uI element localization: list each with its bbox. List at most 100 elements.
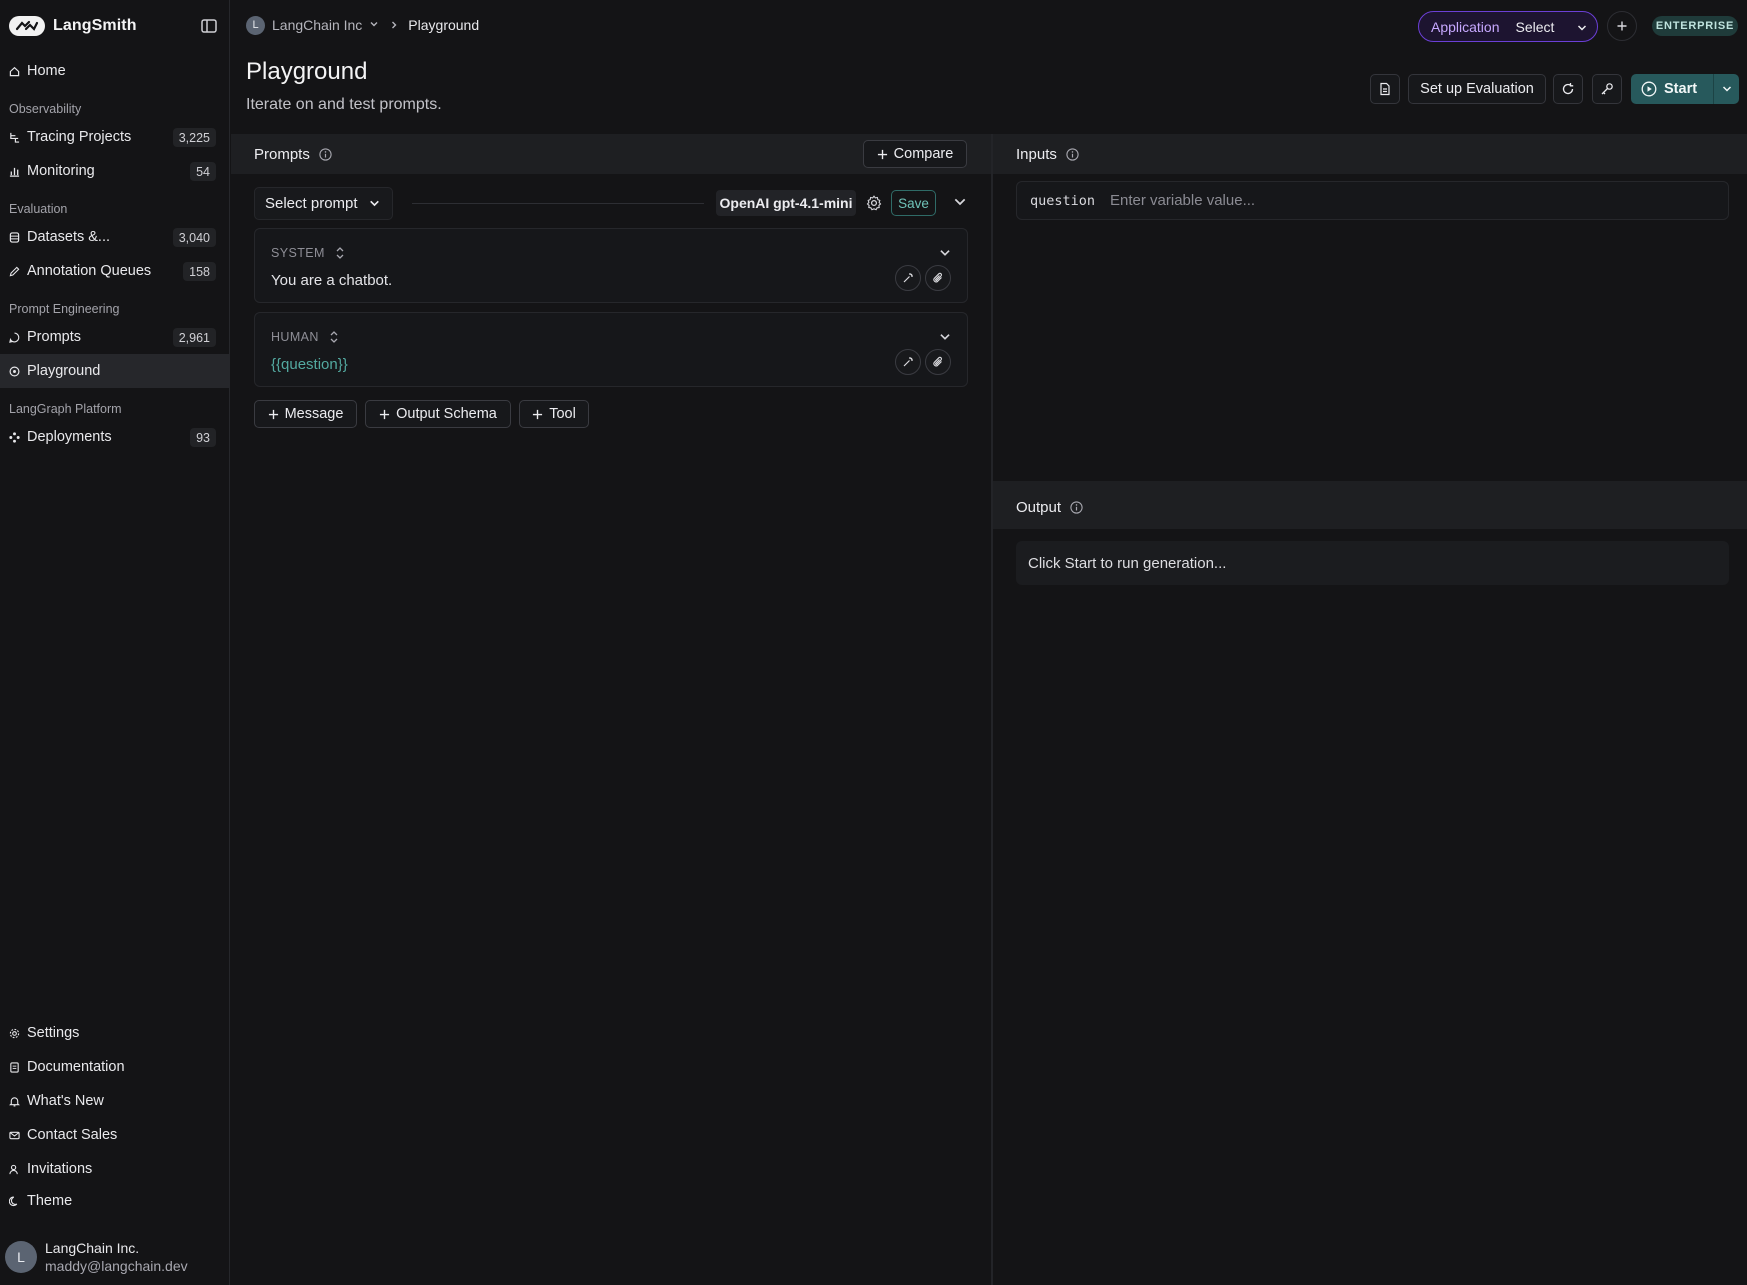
add-message-button[interactable]: Message: [254, 400, 357, 428]
sidebar-item-tracing-projects[interactable]: Tracing Projects 3,225: [0, 120, 229, 154]
magic-wand-icon[interactable]: [895, 265, 921, 291]
model-settings-gear-icon[interactable]: [865, 194, 883, 212]
document-icon[interactable]: [1370, 74, 1400, 104]
sidebar-item-documentation[interactable]: Documentation: [0, 1050, 229, 1084]
brand[interactable]: LangSmith: [9, 14, 137, 38]
user-account[interactable]: L LangChain Inc. maddy@langchain.dev: [5, 1237, 225, 1277]
sidebar-item-playground[interactable]: Playground: [0, 354, 229, 388]
tracing-icon: [9, 132, 20, 143]
home-icon: [9, 66, 20, 77]
sort-icon: [336, 247, 344, 259]
sidebar-item-settings[interactable]: Settings: [0, 1016, 229, 1050]
sidebar-item-invitations[interactable]: Invitations: [0, 1152, 229, 1186]
add-tool-button[interactable]: Tool: [519, 400, 589, 428]
moon-icon: [9, 1196, 20, 1207]
sidebar-item-datasets[interactable]: Datasets &... 3,040: [0, 220, 229, 254]
chevron-down-icon[interactable]: [938, 246, 952, 264]
sidebar-item-label: Documentation: [27, 1059, 125, 1075]
prompts-header: Prompts Compare: [231, 134, 991, 174]
brand-name: LangSmith: [53, 17, 137, 34]
chevron-down-icon[interactable]: [368, 17, 380, 33]
sidebar-item-label: Settings: [27, 1025, 80, 1041]
breadcrumb-org[interactable]: LangChain Inc: [272, 17, 362, 33]
info-icon[interactable]: [1070, 500, 1083, 514]
chevron-down-icon[interactable]: [952, 194, 968, 210]
add-output-schema-button[interactable]: Output Schema: [365, 400, 511, 428]
sidebar-item-monitoring[interactable]: Monitoring 54: [0, 154, 229, 188]
langchain-logo-icon: [9, 16, 45, 36]
variable-value-input[interactable]: [1110, 192, 1700, 209]
org-avatar: L: [246, 15, 265, 35]
sidebar-item-home[interactable]: Home: [0, 54, 229, 88]
sidebar-item-label: Theme: [27, 1193, 73, 1209]
message-role-select[interactable]: SYSTEM: [271, 245, 345, 261]
user-org-name: LangChain Inc.: [45, 1240, 140, 1256]
model-selector[interactable]: OpenAI gpt-4.1-mini: [716, 190, 856, 216]
input-variable-row: question: [1016, 181, 1729, 220]
sidebar-item-theme[interactable]: Theme: [0, 1184, 229, 1218]
start-main[interactable]: Start: [1631, 74, 1713, 104]
page-title: Playground: [246, 58, 368, 85]
monitoring-icon: [9, 166, 20, 177]
count-badge: 3,225: [172, 128, 216, 147]
refresh-icon[interactable]: [1553, 74, 1583, 104]
sidebar-item-label: Playground: [27, 363, 101, 379]
prompts-title: Prompts: [254, 145, 310, 163]
avatar: L: [5, 1241, 37, 1273]
add-tool-label: Tool: [549, 406, 576, 422]
panel-divider[interactable]: [991, 134, 993, 1285]
breadcrumb-page[interactable]: Playground: [408, 17, 479, 33]
message-content[interactable]: {{question}}: [271, 356, 348, 373]
section-observability: Observability: [9, 102, 82, 116]
setup-evaluation-button[interactable]: Set up Evaluation: [1408, 74, 1546, 104]
count-badge: 93: [190, 428, 216, 447]
sidebar-item-deployments[interactable]: Deployments 93: [0, 420, 229, 454]
magic-wand-icon[interactable]: [895, 349, 921, 375]
inputs-title: Inputs: [1016, 145, 1057, 163]
inputs-header: Inputs: [993, 134, 1747, 174]
info-icon[interactable]: [319, 147, 332, 161]
add-output-schema-label: Output Schema: [396, 406, 497, 422]
save-button[interactable]: Save: [891, 190, 936, 216]
message-role: SYSTEM: [271, 246, 325, 260]
plan-badge: ENTERPRISE: [1652, 16, 1738, 36]
message-card-system[interactable]: SYSTEM You are a chatbot.: [254, 228, 968, 303]
document-icon: [9, 1061, 20, 1073]
info-icon[interactable]: [1066, 147, 1079, 161]
compare-label: Compare: [893, 146, 954, 162]
play-icon: [1641, 81, 1657, 97]
message-card-human[interactable]: HUMAN {{question}}: [254, 312, 968, 387]
key-icon[interactable]: [1592, 74, 1622, 104]
paperclip-icon[interactable]: [925, 349, 951, 375]
output-title: Output: [1016, 498, 1062, 516]
application-select[interactable]: Application Select: [1418, 11, 1598, 42]
sidebar-item-label: Annotation Queues: [27, 263, 152, 279]
count-badge: 158: [183, 262, 216, 281]
add-message-label: Message: [284, 406, 344, 422]
select-prompt-dropdown[interactable]: Select prompt: [254, 187, 393, 220]
sidebar: LangSmith Home Observability Tracing Pro…: [0, 0, 230, 1285]
sidebar-item-label: Monitoring: [27, 163, 95, 179]
start-label: Start: [1664, 81, 1698, 97]
start-options-chevron-icon[interactable]: [1714, 74, 1739, 104]
sidebar-item-annotation-queues[interactable]: Annotation Queues 158: [0, 254, 229, 288]
user-email: maddy@langchain.dev: [45, 1258, 188, 1274]
bell-icon: [9, 1096, 20, 1107]
message-role-select[interactable]: HUMAN: [271, 329, 339, 345]
count-badge: 3,040: [172, 228, 216, 247]
prompts-icon: [9, 332, 20, 343]
sidebar-item-label: Home: [27, 63, 66, 79]
compare-button[interactable]: Compare: [863, 140, 967, 168]
message-content[interactable]: You are a chatbot.: [271, 272, 392, 289]
sidebar-item-prompts[interactable]: Prompts 2,961: [0, 320, 229, 354]
divider: [412, 203, 704, 204]
sidebar-item-contact-sales[interactable]: Contact Sales: [0, 1118, 229, 1152]
chevron-down-icon[interactable]: [938, 330, 952, 348]
start-button[interactable]: Start: [1631, 74, 1739, 104]
add-icon[interactable]: [1607, 11, 1637, 41]
sidebar-item-whats-new[interactable]: What's New: [0, 1084, 229, 1118]
plus-icon: [380, 409, 390, 419]
variable-key: question: [1030, 192, 1096, 209]
paperclip-icon[interactable]: [925, 265, 951, 291]
sidebar-collapse-icon[interactable]: [200, 17, 218, 35]
